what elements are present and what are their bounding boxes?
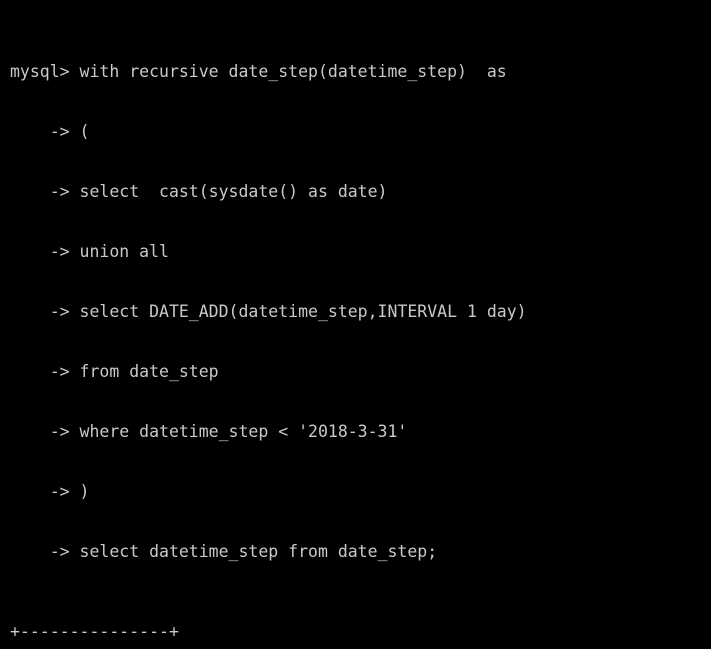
- table-border-top: +---------------+: [10, 622, 179, 641]
- query-line-union-all: -> union all: [10, 242, 169, 261]
- query-line-select-cast: -> select cast(sysdate() as date): [10, 182, 388, 201]
- terminal-screen[interactable]: mysql> with recursive date_step(datetime…: [0, 0, 711, 649]
- query-line-prompt: mysql> with recursive date_step(datetime…: [10, 62, 507, 81]
- query-line-final-select: -> select datetime_step from date_step;: [10, 542, 438, 561]
- terminal-window[interactable]: mysql> with recursive date_step(datetime…: [0, 0, 711, 649]
- query-line-from: -> from date_step: [10, 362, 219, 381]
- query-line-date-add: -> select DATE_ADD(datetime_step,INTERVA…: [10, 302, 527, 321]
- query-line-where: -> where datetime_step < '2018-3-31': [10, 422, 408, 441]
- query-line-open-paren: -> (: [10, 122, 90, 141]
- query-line-close-paren: -> ): [10, 482, 90, 501]
